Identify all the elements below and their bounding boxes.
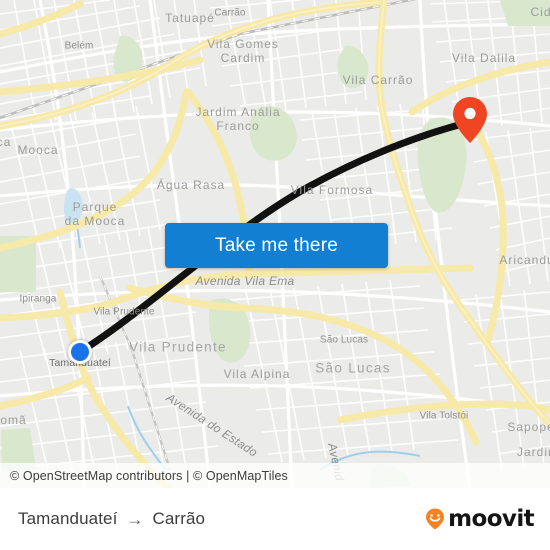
route-origin-label: Tamanduateí [18, 509, 118, 528]
take-me-there-button[interactable]: Take me there [165, 223, 388, 268]
moovit-logo: moovit [423, 506, 535, 532]
route-destination-label: Carrão [152, 509, 206, 528]
footer-bar: Tamanduateí → Carrão moovit [0, 488, 550, 550]
map-pin-icon [453, 97, 487, 143]
map-canvas[interactable]: Tatuapé Carrão Belém Vila Gomes Cardim Vila D… [0, 0, 550, 488]
moovit-pin-smiley-icon [426, 508, 445, 530]
map-attribution: © OpenStreetMap contributors | © OpenMap… [0, 463, 550, 488]
arrow-right-icon: → [126, 509, 144, 529]
origin-marker[interactable] [68, 340, 92, 364]
destination-marker[interactable] [453, 97, 487, 143]
route-summary: Tamanduateí → Carrão [18, 509, 205, 529]
attribution-text: © OpenStreetMap contributors | © OpenMap… [10, 468, 288, 483]
moovit-map-screen: Tatuapé Carrão Belém Vila Gomes Cardim Vila D… [0, 0, 550, 550]
moovit-wordmark: moovit [448, 506, 534, 532]
